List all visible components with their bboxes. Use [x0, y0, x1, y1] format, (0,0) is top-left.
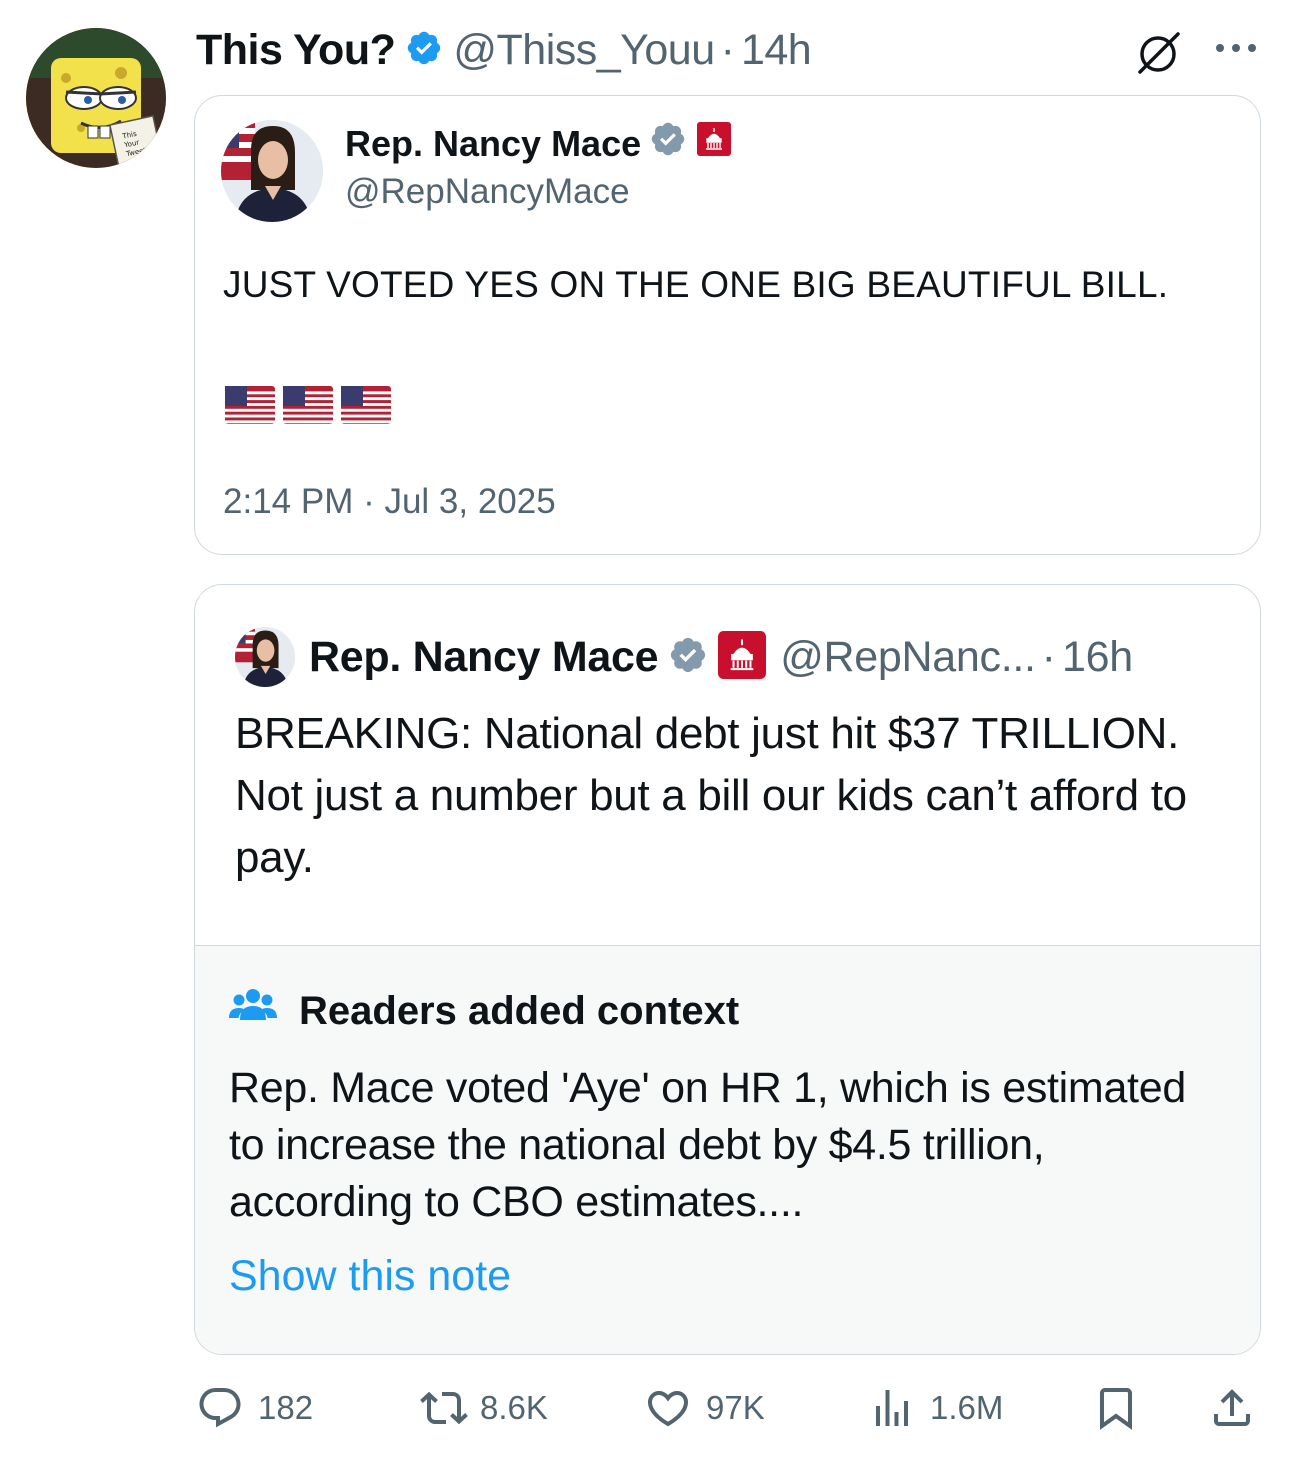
heart-icon [647, 1391, 689, 1427]
view-count: 1.6M [930, 1389, 1004, 1426]
us-flag-icon [283, 386, 333, 424]
more-options-icon[interactable] [1212, 38, 1260, 63]
community-note-title: Readers added context [299, 988, 740, 1033]
separator-dot: · [720, 25, 735, 74]
author-handle[interactable]: @Thiss_Youu [453, 26, 715, 75]
quoted-author-handle[interactable]: @RepNanc... [780, 633, 1036, 682]
reply-icon [199, 1388, 241, 1428]
quoted-author-avatar[interactable] [221, 120, 323, 222]
quoted-tweet-card-2[interactable]: Rep. Nancy Mace @RepNanc... · 16h BREAKI… [194, 584, 1261, 1355]
quoted-author-name[interactable]: Rep. Nancy Mace [345, 123, 641, 165]
share-button[interactable] [1208, 1376, 1256, 1440]
reply-button[interactable]: 182 [196, 1376, 313, 1440]
author-avatar[interactable]: This Your Tweet? [26, 28, 166, 168]
bookmark-icon [1100, 1388, 1132, 1430]
bookmark-button[interactable] [1092, 1376, 1140, 1440]
author-name[interactable]: This You? [196, 26, 396, 75]
people-icon [229, 986, 277, 1036]
like-button[interactable]: 97K [644, 1376, 765, 1440]
house-gop-badge-icon[interactable] [718, 630, 767, 684]
show-note-link[interactable]: Show this note [229, 1252, 511, 1301]
share-icon [1214, 1389, 1250, 1426]
nancy-mace-avatar-image [235, 627, 295, 687]
spongebob-avatar-image: This Your Tweet? [26, 28, 166, 168]
nancy-mace-avatar-image [221, 120, 323, 222]
repost-button[interactable]: 8.6K [418, 1376, 548, 1440]
community-note-title-row: Readers added context [229, 986, 739, 1036]
verified-badge-icon[interactable] [405, 29, 443, 72]
analytics-icon [876, 1390, 908, 1426]
quoted-tweet-2-header: Rep. Nancy Mace @RepNanc... · 16h [309, 629, 1133, 685]
house-gop-badge-icon[interactable] [697, 122, 732, 165]
quoted-author-name[interactable]: Rep. Nancy Mace [309, 633, 659, 682]
flag-emoji-row [225, 386, 391, 424]
repost-count: 8.6K [480, 1389, 548, 1426]
quoted-tweet-time[interactable]: 16h [1062, 633, 1133, 682]
grok-icon[interactable] [1134, 28, 1184, 83]
tweet-header: This You? @Thiss_Youu · 14h [196, 22, 812, 78]
quoted-tweet-2-text: BREAKING: National debt just hit $37 TRI… [235, 709, 1187, 882]
like-count: 97K [706, 1389, 765, 1426]
community-note-text: Rep. Mace voted 'Aye' on HR 1, which is … [229, 1064, 1186, 1226]
repost-icon [420, 1391, 468, 1425]
community-note[interactable]: Readers added context Rep. Mace voted 'A… [195, 945, 1260, 1354]
quoted-author-handle[interactable]: @RepNancyMace [345, 172, 630, 212]
tweet-action-bar: 182 8.6K 97K 1.6M [0, 1376, 1290, 1440]
separator-dot: · [1041, 632, 1056, 681]
tweet-time[interactable]: 14h [741, 26, 812, 75]
quoted-author-avatar-small[interactable] [235, 627, 295, 687]
quoted-author-name-row: Rep. Nancy Mace [345, 120, 732, 167]
verified-gray-badge-icon[interactable] [668, 635, 708, 680]
us-flag-icon [225, 386, 275, 424]
us-flag-icon [341, 386, 391, 424]
quoted-tweet-timestamp[interactable]: 2:14 PM · Jul 3, 2025 [223, 482, 556, 522]
quoted-tweet-card[interactable]: Rep. Nancy Mace @RepNancyMace JUST VOTED… [194, 95, 1261, 555]
verified-gray-badge-icon[interactable] [649, 120, 687, 167]
views-button[interactable]: 1.6M [868, 1376, 1003, 1440]
quoted-tweet-text: JUST VOTED YES ON THE ONE BIG BEAUTIFUL … [223, 264, 1169, 305]
reply-count: 182 [258, 1389, 314, 1426]
